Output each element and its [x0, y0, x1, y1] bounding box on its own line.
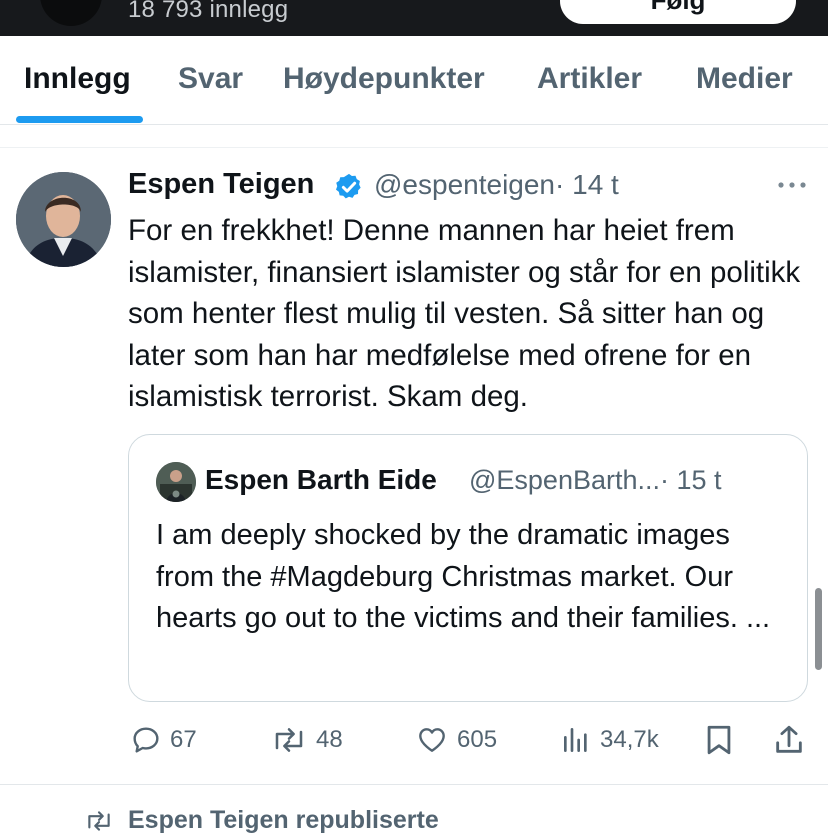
quoted-handle-and-time: @EspenBarth...· 15 t	[469, 465, 722, 496]
quoted-post-card[interactable]: Espen Barth Eide @EspenBarth...· 15 t I …	[128, 434, 808, 702]
author-handle[interactable]: @espenteigen	[374, 169, 555, 200]
quoted-author-avatar	[156, 462, 196, 502]
quoted-author-handle: @EspenBarth...	[469, 465, 661, 495]
scrollbar[interactable]	[815, 588, 822, 670]
repost-indicator[interactable]: Espen Teigen republiserte	[84, 806, 439, 835]
profile-header-bar: 18 793 innlegg Følg	[0, 0, 828, 36]
quoted-author-name: Espen Barth Eide	[205, 464, 437, 495]
post-count: 18 793 innlegg	[128, 0, 289, 23]
reply-icon	[133, 727, 159, 753]
post-separator	[0, 784, 828, 785]
views-chart-icon	[564, 728, 587, 752]
repost-small-icon	[88, 810, 110, 831]
like-button[interactable]: 605	[415, 722, 497, 758]
repost-icon	[275, 728, 303, 752]
tab-artikler[interactable]: Artikler	[537, 62, 642, 96]
handle-and-time: @espenteigen· 14 t	[374, 169, 619, 201]
like-count: 605	[457, 726, 498, 753]
share-button[interactable]	[772, 722, 806, 758]
quoted-post-text: I am deeply shocked by the dramatic imag…	[156, 519, 771, 634]
profile-tabs: Innlegg Svar Høydepunkter Artikler Medie…	[0, 36, 828, 125]
active-tab-indicator	[16, 116, 143, 123]
author-name[interactable]: Espen Teigen	[128, 168, 314, 201]
heart-icon	[419, 728, 445, 752]
repost-count: 48	[316, 726, 343, 753]
repost-indicator-label: Espen Teigen republiserte	[128, 806, 439, 834]
tab-medier[interactable]: Medier	[696, 62, 793, 96]
views-count: 34,7k	[600, 726, 659, 753]
more-options-icon[interactable]	[776, 175, 808, 195]
avatar-photo	[16, 172, 111, 267]
views-button[interactable]: 34,7k	[560, 722, 659, 758]
bookmark-button[interactable]	[704, 722, 734, 758]
verified-badge-icon	[336, 173, 361, 199]
divider	[0, 147, 828, 148]
reply-count: 67	[170, 726, 197, 753]
quoted-post-time: · 15 t	[660, 465, 722, 495]
author-avatar[interactable]	[16, 172, 111, 267]
bookmark-icon	[707, 725, 731, 755]
quoted-avatar-photo	[156, 462, 196, 502]
repost-button[interactable]: 48	[270, 722, 343, 758]
post-text: For en frekkhet! Denne mannen har heiet …	[128, 214, 801, 413]
follow-button[interactable]: Følg	[560, 0, 796, 24]
tab-innlegg[interactable]: Innlegg	[24, 62, 131, 96]
reply-button[interactable]: 67	[130, 722, 197, 758]
post-time: · 14 t	[555, 169, 619, 200]
tab-svar[interactable]: Svar	[178, 62, 243, 96]
tab-hoydepunkter[interactable]: Høydepunkter	[283, 62, 485, 96]
back-button[interactable]	[40, 0, 102, 26]
share-icon	[776, 725, 802, 753]
